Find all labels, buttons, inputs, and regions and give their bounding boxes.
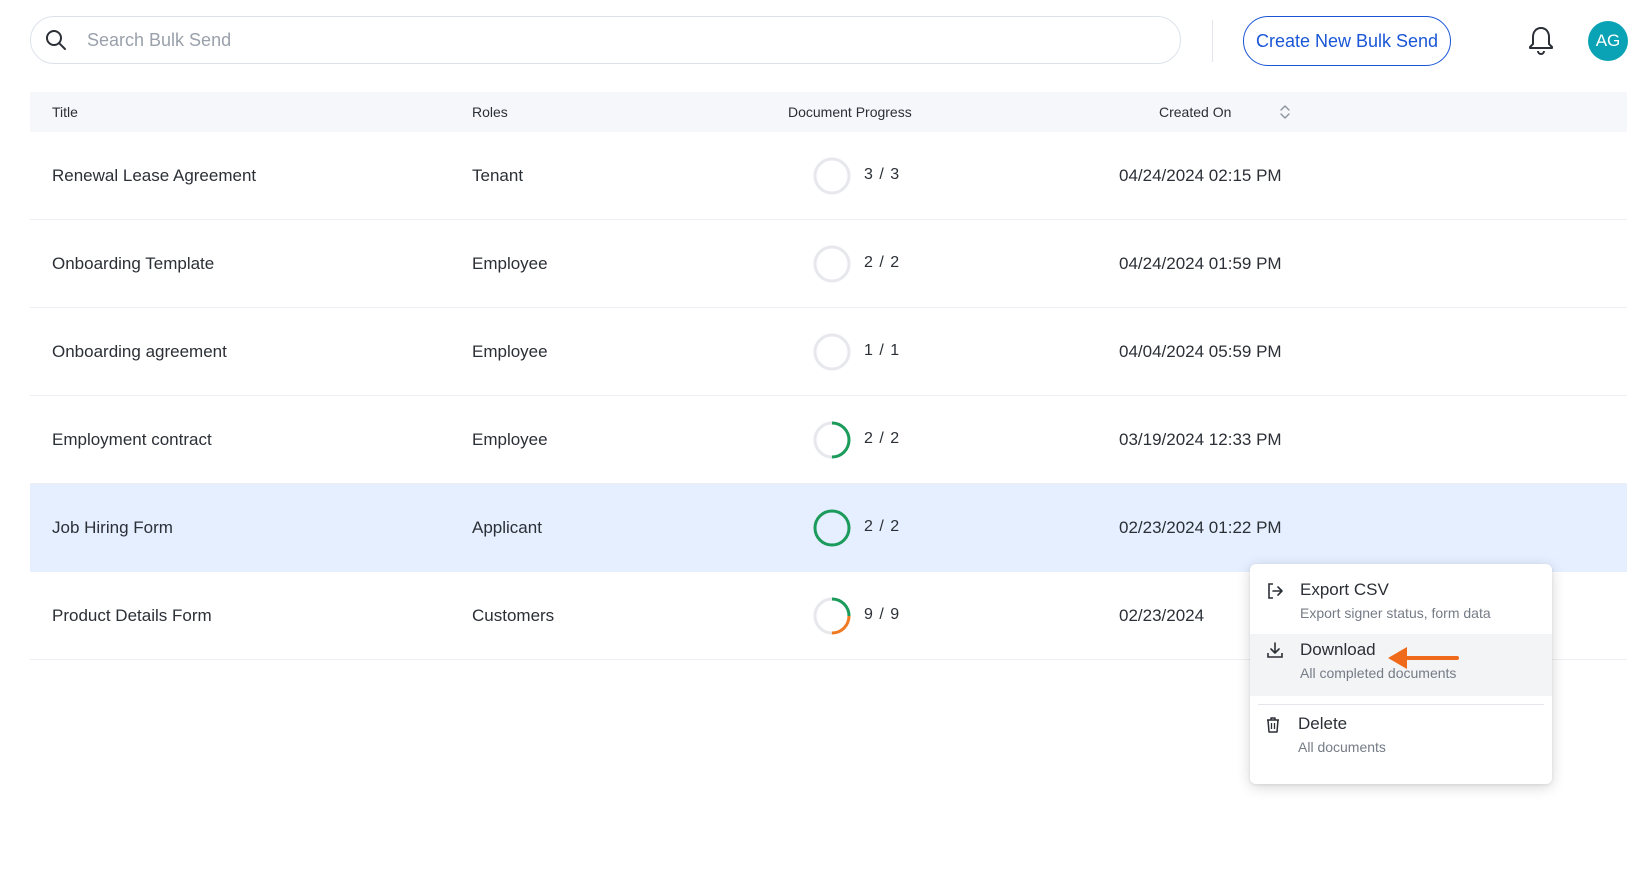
row-title: Job Hiring Form <box>52 518 173 537</box>
row-progress-count: 1 / 1 <box>864 342 901 359</box>
row-role: Employee <box>472 342 548 361</box>
progress-ring <box>813 333 851 371</box>
column-header-document-progress: Document Progress <box>788 104 912 120</box>
row-title: Employment contract <box>52 430 212 449</box>
row-progress-count: 3 / 3 <box>864 166 901 183</box>
menu-item-export-csv[interactable]: Export CSV Export signer status, form da… <box>1250 564 1552 634</box>
table-row[interactable]: Employment contract Employee 2 / 2 03/19/20… <box>30 396 1627 484</box>
row-progress-count: 2 / 2 <box>864 254 901 271</box>
row-title: Onboarding agreement <box>52 342 227 361</box>
row-progress-count: 2 / 2 <box>864 430 901 447</box>
row-role: Applicant <box>472 518 542 537</box>
progress-ring-arc <box>813 509 851 547</box>
arrow-left-icon <box>1388 647 1459 669</box>
row-created-on: 04/04/2024 05:59 PM <box>1119 342 1282 361</box>
search-icon <box>43 27 69 53</box>
table-row[interactable]: Job Hiring Form Applicant 2 / 2 02/23/2024 … <box>30 484 1627 572</box>
row-role: Customers <box>472 606 555 625</box>
progress-ring <box>813 421 851 459</box>
search-input[interactable] <box>85 28 1089 52</box>
row-role: Employee <box>472 254 548 273</box>
row-progress-count: 2 / 2 <box>864 518 901 535</box>
row-created-on: 02/23/2024 01:22 PM <box>1119 518 1282 537</box>
sort-icon[interactable] <box>1279 103 1291 121</box>
table-row[interactable]: Onboarding agreement Employee 1 / 1 04/04/2… <box>30 308 1627 396</box>
trash-icon <box>1262 714 1284 736</box>
avatar[interactable]: AG <box>1588 21 1628 61</box>
row-title: Onboarding Template <box>52 254 215 273</box>
column-header-title: Title <box>52 104 78 120</box>
menu-item-description: Export signer status, form data <box>1300 605 1491 621</box>
progress-ring <box>813 509 851 547</box>
row-role: Tenant <box>472 166 524 185</box>
create-new-bulk-send-button[interactable]: Create New Bulk Send <box>1243 16 1451 66</box>
row-progress-count: 9 / 9 <box>864 606 901 623</box>
row-created-on: 03/19/2024 12:33 PM <box>1119 430 1282 449</box>
column-header-created-on[interactable]: Created On <box>1159 104 1231 120</box>
menu-item-label: Export CSV <box>1300 580 1389 599</box>
progress-ring <box>813 157 851 195</box>
menu-item-label: Download <box>1300 640 1376 659</box>
menu-divider <box>1258 704 1544 705</box>
bell-icon[interactable] <box>1523 22 1559 58</box>
row-title: Product Details Form <box>52 606 212 625</box>
table-header: Title Roles Document Progress Created On <box>30 92 1627 132</box>
table-row[interactable]: Renewal Lease Agreement Tenant 3 / 3 04/24/… <box>30 132 1627 220</box>
progress-ring <box>813 245 851 283</box>
menu-item-delete[interactable]: Delete All documents <box>1250 706 1552 778</box>
table-row[interactable]: Onboarding Template Employee 2 / 2 04/24/20… <box>30 220 1627 308</box>
row-created-on: 04/24/2024 01:59 PM <box>1119 254 1282 273</box>
export-icon <box>1264 580 1286 602</box>
menu-item-description: All documents <box>1298 739 1386 755</box>
row-created-on: 02/23/2024 <box>1119 606 1205 625</box>
search-bar[interactable] <box>30 16 1181 64</box>
row-created-on: 04/24/2024 02:15 PM <box>1119 166 1282 185</box>
column-header-roles: Roles <box>472 104 508 120</box>
menu-item-label: Delete <box>1298 714 1348 733</box>
context-menu: Export CSV Export signer status, form da… <box>1250 564 1552 784</box>
progress-ring <box>813 597 851 635</box>
download-icon <box>1264 639 1286 661</box>
row-role: Employee <box>472 430 548 449</box>
header-divider <box>1212 20 1213 62</box>
row-title: Renewal Lease Agreement <box>52 166 257 185</box>
